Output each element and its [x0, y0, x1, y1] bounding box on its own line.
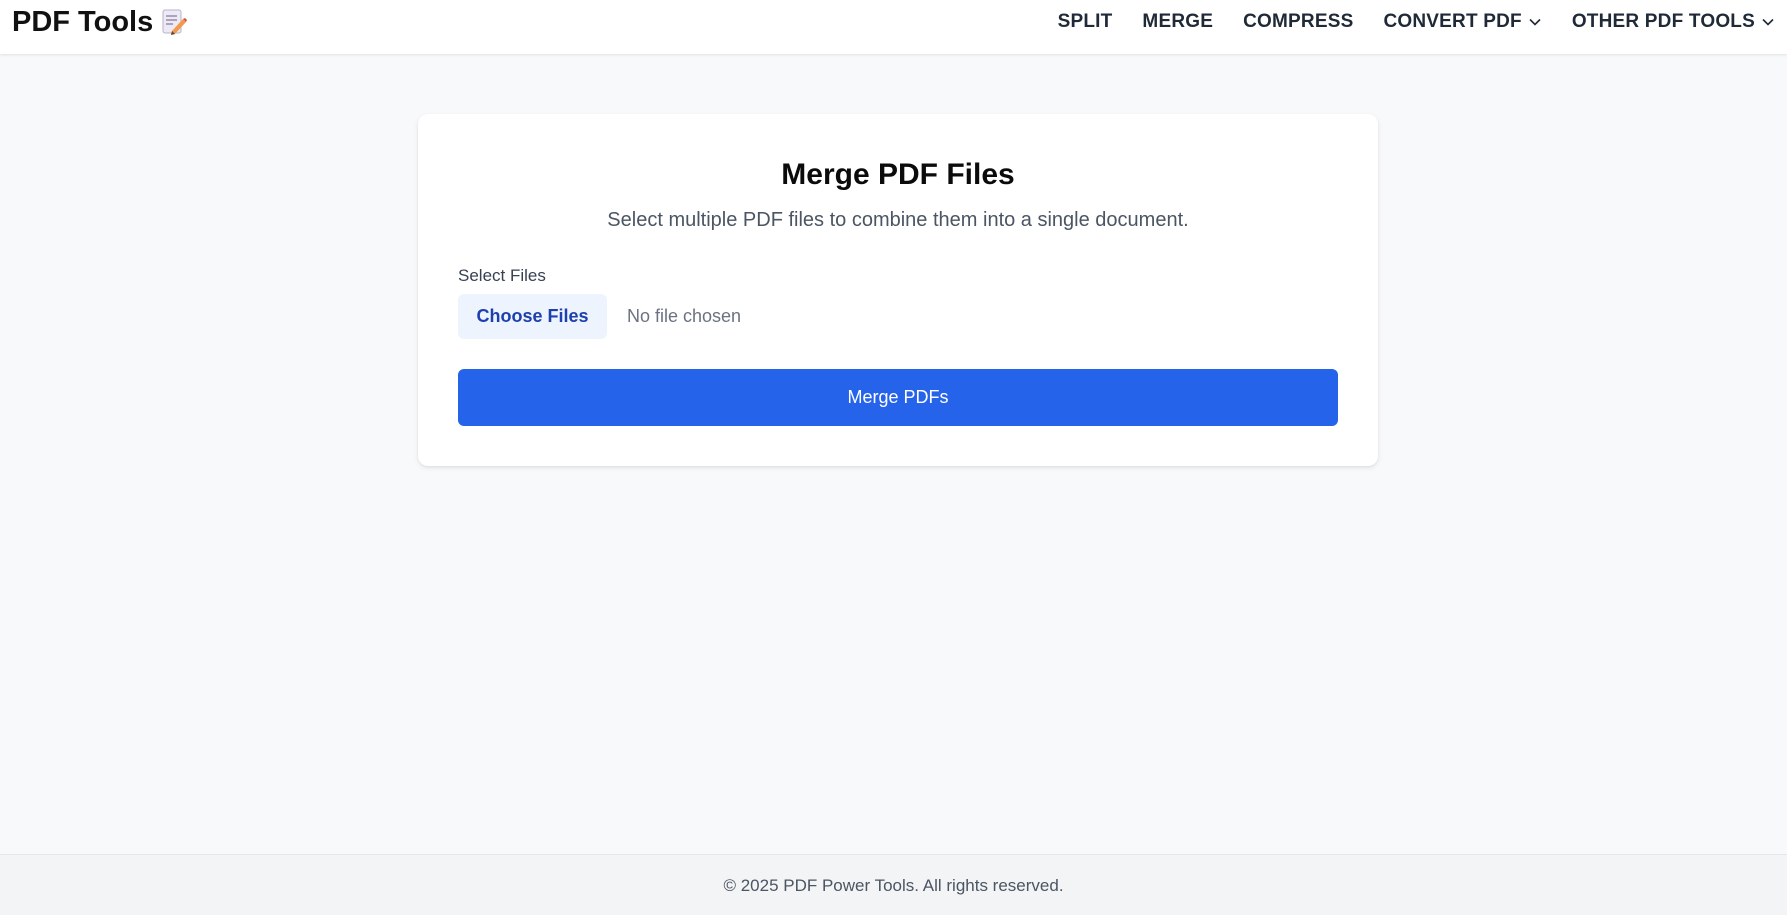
page-subtitle: Select multiple PDF files to combine the… [607, 209, 1189, 231]
merge-card: Merge PDF Files Select multiple PDF file… [418, 114, 1378, 466]
copyright-text: © 2025 PDF Power Tools. All rights reser… [723, 876, 1064, 895]
nav-compress[interactable]: COMPRESS [1243, 11, 1353, 33]
file-status-text: No file chosen [627, 306, 742, 326]
nav-split[interactable]: SPLIT [1058, 11, 1113, 33]
merge-pdfs-button[interactable]: Merge PDFs [458, 369, 1338, 426]
footer: © 2025 PDF Power Tools. All rights reser… [0, 854, 1787, 915]
nav-compress-label: COMPRESS [1243, 11, 1354, 32]
nav-convert-pdf-label: CONVERT PDF [1383, 11, 1522, 32]
nav-other-pdf-tools-dropdown[interactable]: OTHER PDF TOOLS [1572, 11, 1775, 33]
brand-name: PDF Tools [12, 5, 154, 38]
nav-split-label: SPLIT [1057, 11, 1113, 32]
brand-logo[interactable]: PDF Tools [12, 5, 188, 39]
nav-merge-label: MERGE [1142, 11, 1214, 32]
chevron-down-icon [1529, 18, 1541, 26]
page-title: Merge PDF Files [781, 158, 1015, 191]
main-nav: SPLIT MERGE COMPRESS CONVERT PDF OTHER P… [1058, 11, 1775, 33]
choose-files-button[interactable]: Choose Files [458, 294, 607, 339]
memo-pencil-icon [161, 8, 188, 36]
nav-convert-pdf-dropdown[interactable]: CONVERT PDF [1383, 11, 1541, 33]
select-files-label: Select Files [458, 266, 546, 285]
nav-other-pdf-tools-label: OTHER PDF TOOLS [1571, 11, 1755, 32]
nav-merge[interactable]: MERGE [1142, 11, 1213, 33]
page: PDF Tools SPLIT MERGE COMPRESS CONVERT P… [0, 0, 1787, 915]
top-navbar: PDF Tools SPLIT MERGE COMPRESS CONVERT P… [0, 0, 1787, 54]
chevron-down-icon [1762, 18, 1774, 26]
